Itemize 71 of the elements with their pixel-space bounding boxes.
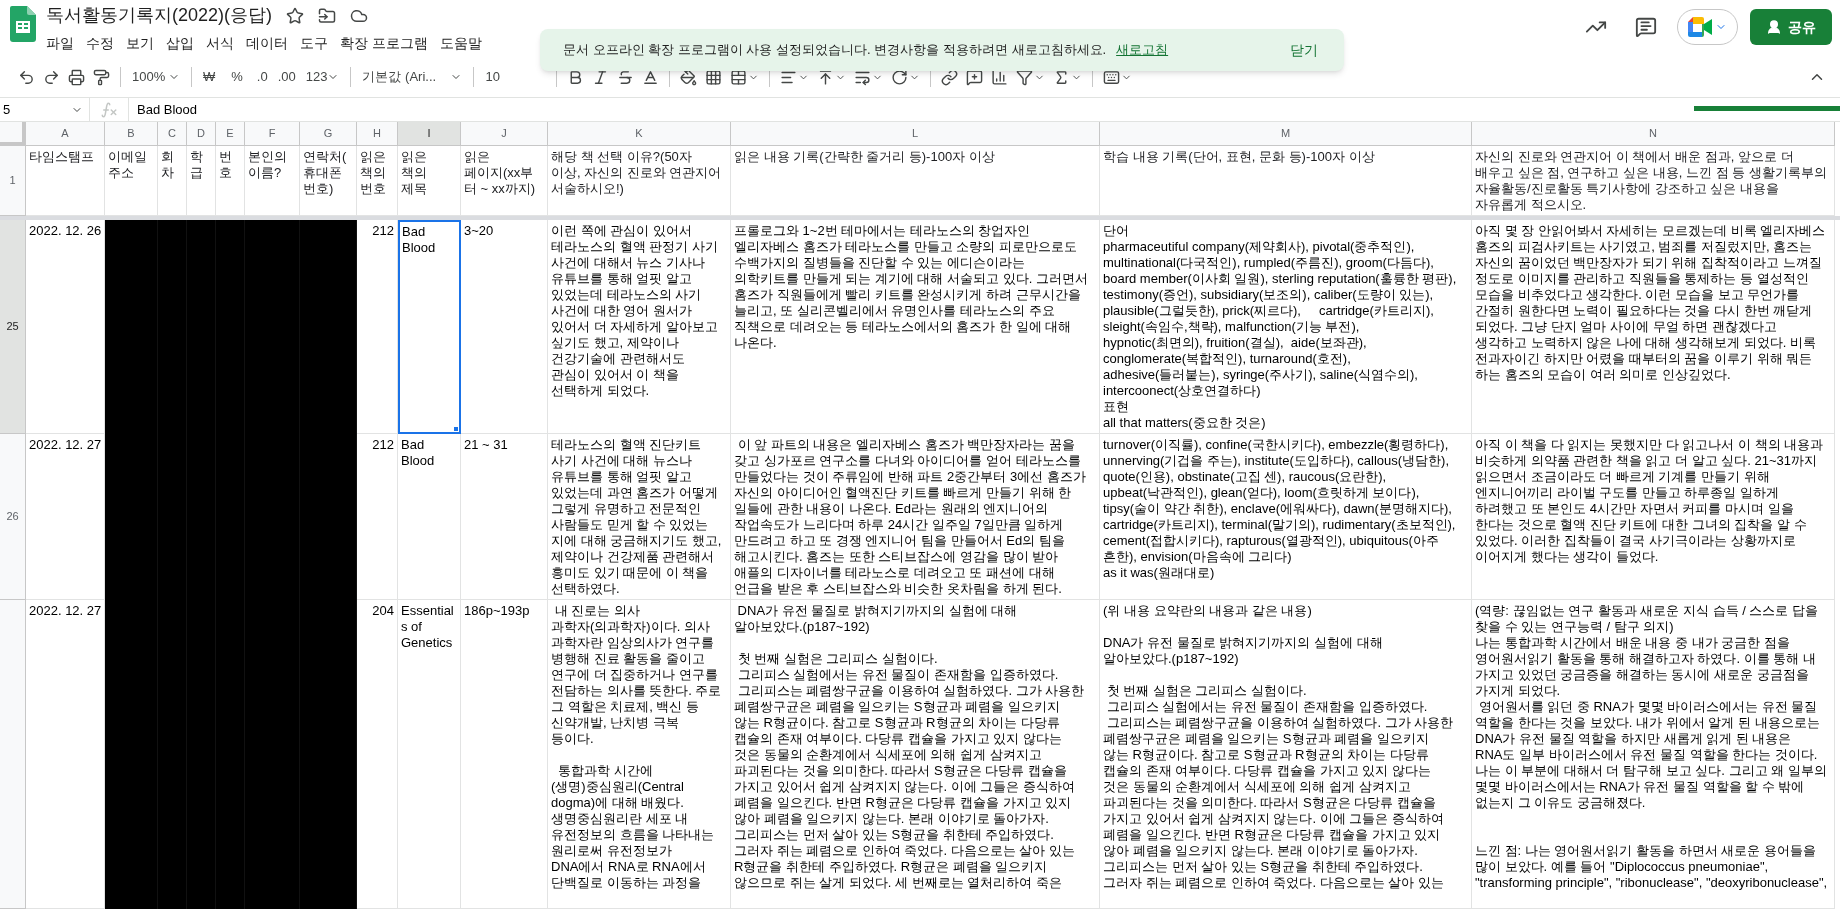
table-cell: 내 진로는 의사 과학자(의과학자)이다. 의사 과학자란 임상의사가 연구를 병행해 진료 활동을 줄이고 연구에 더 집중하거나 연구를 전담하는 의사를 뜻한다. 주로 그 역할은 치료제, 백신 등 신약개발, 난치병 극복 등이다. 통합과학 시간에 (생명)중심원리(Central dogma)에 대해 배웠다. 생명중심원리란 세포 내 유전정보의 흐름을 나타내는 원리로써 유전정보가 DNA에서 RNA로 RNA에서 단백질로 이동하는 과정을: [548, 600, 731, 909]
reload-link[interactable]: 새로고침: [1116, 40, 1169, 60]
column-header[interactable]: G: [300, 122, 357, 146]
column-header[interactable]: I: [398, 122, 461, 146]
column-header[interactable]: M: [1100, 122, 1472, 146]
keyboard-icon: [1103, 68, 1121, 86]
table-cell: 이런 쪽에 관심이 있어서 테라노스의 혈액 판정기 사기 사건에 대해서 뉴스 기사나 유튜브를 통해 얼핏 알고 있었는데 테라노스의 사기 사건에 대한 영어 원서가 있어서 더 자세하게 알아보고 싶기도 했고, 제약이나 건강기술에 관련해서도 관심이 있어서 이 책을 선택하게 되었다.: [548, 220, 731, 434]
toast-message: 문서 오프라인 확장 프로그램이 사용 설정되었습니다. 변경사항을 적용하려면 새로고침하세요.: [563, 41, 1107, 60]
column-header[interactable]: L: [731, 122, 1100, 146]
filter-icon: [1016, 68, 1034, 86]
table-cell: turnover(이직률), confine(국한시키다), embezzle(횡령하다), unnerving(기겁을 주는), institute(도입하다), callous(냉담한), quote(인용), obstinate(고집 센), raucous(요란한), upbeat(낙관적인), glean(얻다), loom(흐릿하게 보이다), tipsy(술이 약간 취한), enclave(에워싸다), dawn(분명해지다), cartridge(카트리지), terminal(말기의), rudimentary(초보적인), cement(접합시키다), rapturous(열광적인), ubiquitous(아주 흔한), envision(마음속에 그리다) as it was(원래대로): [1100, 434, 1472, 600]
document-title[interactable]: 독서활동기록지(2022)(응답): [46, 2, 273, 29]
column-header[interactable]: F: [245, 122, 300, 146]
rotate-icon: [891, 68, 909, 86]
table-cell: 아직 몇 장 안읽어봐서 자세히는 모르겠는데 비록 엘리자베스 홈즈의 피검사키트는 사기였고, 범죄를 저질렀지만, 홈즈는 자신의 꿈이었던 백만장자가 되기 위해 집착적이라고 느껴질 정도로 이미지를 관리하고 직원들을 통제하는 등 열성적인 모습을 비추었다고 생각한다. 이런 모습을 보고 무언가를 간절히 원한다면 노력이 필요하다는 것을 다시 한번 깨닫게 되었다. 그냥 단지 얼마 사이에 무얼 하면 괜찮겠다고 생각하고 노력하지 않은 나에 대해 생각해보게 되었다. 비록 전과자이긴 하지만 어렸을 때부터의 꿈을 이루기 위해 뭐든 하는 홈즈의 모습이 여러 의미로 인상깊었다.: [1472, 220, 1835, 434]
column-header[interactable]: D: [187, 122, 216, 146]
share-button[interactable]: 공유: [1750, 9, 1832, 45]
table-cell: Essential s of Genetics: [398, 600, 461, 909]
column-header[interactable]: E: [216, 122, 245, 146]
person-icon: [1766, 19, 1782, 35]
row-header[interactable]: 1: [0, 146, 26, 216]
column-header[interactable]: N: [1472, 122, 1835, 146]
menu-item[interactable]: 삽입: [160, 32, 200, 54]
table-cell: 3~20: [461, 220, 548, 434]
menu-item[interactable]: 도움말: [433, 32, 488, 54]
comment-icon[interactable]: [1635, 16, 1657, 38]
table-cell: DNA가 유전 물질로 밝혀지기까지의 실험에 대해 알아보았다.(p187~192) 첫 번째 실험은 그리피스 실험이다. 그리피스 실험에서는 유전 물질이 존재함을 입증하였다. 그리피스는 폐렴쌍구균을 이용하여 실험하였다. 그가 사용한 폐렴쌍구균은 폐렴을 일으키는 S형균과 폐렴을 일으키지 않는 R형균이다. 참고로 S형균과 R형균의 차이는 다당류 캡슐의 존재 여부이다. 다당류 캡슐을 가지고 있지 않다는 것은 동물의 순환계에서 식세포에 의해 쉽게 삼켜지고 파괴된다는 것을 의미한다. 따라서 S형균은 다당류 캡슐을 가지고 있어서 쉽게 삼켜지지 않는다. 이에 그들은 증식하여 폐렴을 일으킨다. 반면 R형균은 다당류 캡슐을 가지고 있지 않아 폐렴을 일으키지 않는다. 본래 이야기로 돌아가자. 그리피스는 먼저 살아 있는 S형균을 취한테 주입하였다. 그러자 쥐는 폐렴으로 인하여 죽었다. 다음으로는 살아 있는 R형균을 취한테 주입하였다. R형균은 폐렴을 일으키지 않으므로 쥐는 살게 되었다. 세 번째로는 열처리하여 죽은: [731, 600, 1100, 909]
percent-button[interactable]: %: [226, 63, 248, 91]
table-cell: (역량: 끊임없는 연구 활동과 새로운 지식 습득 / 스스로 답을 찾을 수 있는 연구능력 / 탐구 의지) 나는 통합과학 시간에서 배운 내용 중 내가 궁금한 점을 영어원서읽기 활동을 통해 해결하고자 하였다. 이를 통해 내 가지고 있었던 궁금증을 해결하는 동시에 새로운 궁금점을 가지게 되었다. 영어원서를 읽던 중 RNA가 몇몇 바이러스에서는 유전 물질 역할을 한다는 것을 보았다. 내가 위에서 알게 된 내용으로는 DNA가 유전 물질 역할을 하지만 새롭게 읽게 된 내용은 RNA도 일부 바이러스에서 유전 물질 역할을 한다는 것이다. 나는 이 부분에 대해서 더 탐구해 보고 싶다. 그리고 왜 일부의 몇몇 바이러스에서는 RNA가 유전 물질 역할을 할 수 밖에 없는지 그 이유도 궁금해졌다. 느낀 점: 나는 영어원서읽기 활동을 하면서 새로운 용어들을 많이 보았다. 예를 들어 "Diplococcus pneumoniae", "transforming principle", "ribonuclease", "deoxyribonuclease",: [1472, 600, 1835, 909]
currency-button[interactable]: ₩: [198, 63, 221, 91]
column-header[interactable]: C: [158, 122, 187, 146]
table-cell: (위 내용 요약란의 내용과 같은 내용) DNA가 유전 물질로 밝혀지기까지의 실험에 대해 알아보았다.(p187~192) 첫 번째 실험은 그리피스 실험이다. 그리피스 실험에서는 유전 물질이 존재함을 입증하였다. 그리피스는 폐렴쌍구균을 이용하여 실험하였다. 그가 사용한 폐렴쌍구균은 폐렴을 일으키는 S형균과 폐렴을 일으키지 않는 R형균이다. 참고로 S형균과 R형균의 차이는 다당류 캡슐의 존재 여부이다. 다당류 캡슐을 가지고 있지 않다는 것은 동물의 순환계에서 식세포에 의해 쉽게 삼켜지고 파괴된다는 것을 의미한다. 따라서 S형균은 다당류 캡슐을 가지고 있어서 쉽게 삼켜지지 않는다. 이에 그들은 증식하여 폐렴을 일으킨다. 반면 R형균은 다당류 캡슐을 가지고 있지 않아 폐렴을 일으키지 않는다. 본래 이야기로 돌아가자. 그리피스는 먼저 살아 있는 S형균을 취한테 주입하였다. 그러자 쥐는 폐렴으로 인하여 죽었다. 다음으로는 살아 있는: [1100, 600, 1472, 909]
move-folder-icon[interactable]: [318, 6, 337, 25]
table-cell: 212: [357, 434, 398, 600]
font-size-dropdown[interactable]: 10: [480, 63, 551, 91]
table-cell: Bad Blood: [398, 434, 461, 600]
star-icon[interactable]: [286, 6, 305, 25]
row-header[interactable]: 25: [0, 220, 26, 434]
dismiss-button[interactable]: 닫기: [1278, 34, 1330, 66]
column-header[interactable]: K: [548, 122, 731, 146]
font-dropdown[interactable]: 기본값 (Ari...: [357, 63, 468, 91]
table-cell: 단어 pharmaceutiful company(제약회사), pivotal(중추적인), multinational(다국적인), rumpled(주름진), groom(다듬다), board member(이사회 일원), sterling reputation(훌륭한 평판), testimony(증언), subsidiary(보조의), caliber(도량이 있는), plausible(그럴듯한), prick(찌르다), cartridge(카트리지), sleight(속임수,책략), malfunction(기능 부전), hypnotic(최면의), fruition(결실), aide(보좌관), conglomerate(복합적인), turnaround(호전), adhesive(들러붙는), syringe(주사기), saline(식염수의), intercoonect(상호연결하다) 표현 all that matters(중요한 것은): [1100, 220, 1472, 434]
row-header[interactable]: 26: [0, 434, 26, 600]
name-box[interactable]: 5: [0, 98, 90, 121]
column-header[interactable]: J: [461, 122, 548, 146]
table-cell: 212: [357, 220, 398, 434]
function-icon: [100, 100, 118, 119]
table-cell: 아직 이 책을 다 읽지는 못했지만 다 읽고나서 이 책의 내용과 비슷하게 의약품 관련한 책을 읽고 더 알고 싶다. 21~31까지 읽으면서 조금이라도 더 빠르게 기계를 만들기 위해 엔지니어끼리 라이벌 구도를 만들고 하루종일 일하게 하려했고 또 본인도 4시간만 자면서 커피를 마시며 일을 한다는 것으로 혈액 진단 키트에 대한 그녀의 집착을 알 수 있었다. 이러한 집착들이 결국 사기극이라는 상황까지로 이어지게 했다는 생각이 들었다.: [1472, 434, 1835, 600]
column-header[interactable]: H: [357, 122, 398, 146]
menu-item[interactable]: 서식: [200, 32, 240, 54]
menu-item[interactable]: 확장 프로그램: [334, 32, 434, 54]
table-cell: 테라노스의 혈액 진단키트 사기 사건에 대해 뉴스나 유튜브를 통해 얼핏 알고 있었는데 과연 홈즈가 어떻게 그렇게 유명하고 전문적인 사람들도 믿게 할 수 있었는 지에 대해 궁금해지기도 했고, 제약이나 건강제품 관련해서 흥미도 있기 때문에 이 책을 선택하였다.: [548, 434, 731, 600]
menu-item[interactable]: 보기: [120, 32, 160, 54]
menu-item[interactable]: 파일: [40, 32, 80, 54]
menu-item[interactable]: 수정: [80, 32, 120, 54]
table-cell: 21 ~ 31: [461, 434, 548, 600]
table-cell: Bad Blood: [398, 220, 461, 434]
zoom-dropdown[interactable]: 100%: [127, 63, 185, 91]
table-cell: 186p~193p: [461, 600, 548, 909]
video-camera-icon: [1688, 17, 1712, 37]
table-cell: 이 앞 파트의 내용은 엘리자베스 홈즈가 백만장자라는 꿈을 갖고 싱가포르 연구소를 다녀와 아이디어를 얻어 테라노스를 만들었다는 것이 주류임에 반해 파트 2중간부터 3에선 홈즈가 자신의 아이디어인 혈액진단 키트를 빠르게 만들기 위해 한 일들에 관한 내용이 나온다. Ed라는 원래의 엔지니어의 작업속도가 느리다며 하루 24시간 일주일 7일만큼 일하게 만드려고 하고 또 경쟁 엔지니어 팀을 만들어서 Ed의 팀을 해고시킨다. 홈즈는 또한 스티브잡스에 영감을 많이 받아 애플의 디자이너를 테라노스로 데려오고 또 패션에 대해 언급을 받은 후 스티브잡스와 비슷한 옷차림을 하게 된다.: [731, 434, 1100, 600]
table-cell: 프롤로그와 1~2번 테마에서는 테라노스의 창업자인 엘리자베스 홈즈가 테라노스를 만들고 소량의 피로만으로도 수백가지의 질병들을 진단할 수 있는 에디슨이라는 의학키트를 만들게 되는 계기에 대해 서술되고 있다. 그러면서 홈즈가 직원들에게 빨리 키트를 완성시키게 하려 근무시간을 늘리고, 또 실리콘벨리에서 유명인사를 테라노스의 주요 직책으로 데려오는 등 테라노스에서의 홈즈가 한 일에 대해 나온다.: [731, 220, 1100, 434]
table-cell: 204: [357, 600, 398, 909]
column-header[interactable]: B: [105, 122, 158, 146]
number-format-dropdown[interactable]: 123: [300, 63, 345, 91]
increase-decimal-button[interactable]: .00: [272, 63, 301, 91]
menu-item[interactable]: 도구: [294, 32, 334, 54]
menu-item[interactable]: 데이터: [240, 32, 294, 54]
decrease-decimal-button[interactable]: .0: [251, 63, 273, 91]
column-header[interactable]: A: [26, 122, 105, 146]
sheets-logo-icon[interactable]: [10, 6, 36, 42]
